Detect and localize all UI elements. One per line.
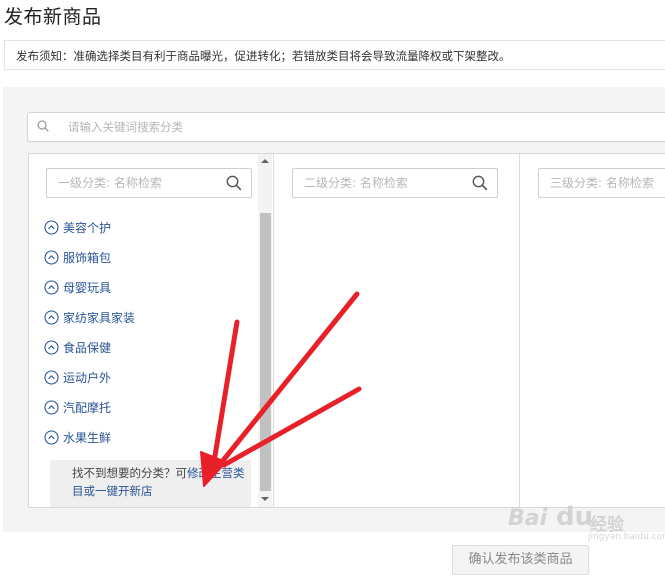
publish-notice: 发布须知：准确选择类目有利于商品曝光，促进转化；若错放类目将会导致流量降权或下架… <box>4 40 665 70</box>
expand-circle-icon <box>44 279 59 295</box>
category-item[interactable]: 母婴玩具 <box>44 272 135 302</box>
category-item[interactable]: 家纺家具家装 <box>44 302 135 332</box>
category-label: 食品保健 <box>63 340 112 355</box>
level1-search-field[interactable]: 一级分类: 名称检索 <box>46 168 252 198</box>
category-label: 汽配摩托 <box>63 400 112 415</box>
search-icon <box>37 120 49 132</box>
level2-search-placeholder: 二级分类: 名称检索 <box>304 176 408 190</box>
level1-search-placeholder: 一级分类: 名称检索 <box>58 176 162 190</box>
scroll-up-arrow-icon[interactable] <box>261 159 269 163</box>
scroll-down-arrow-icon[interactable] <box>261 497 269 501</box>
expand-circle-icon <box>44 309 59 325</box>
expand-circle-icon <box>44 249 59 265</box>
help-box: 找不到想要的分类？可修改主营类目或一键开新店 <box>50 460 251 507</box>
help-text: 找不到想要的分类？可 <box>72 466 187 480</box>
expand-circle-icon <box>44 339 59 355</box>
level2-column: 二级分类: 名称检索 <box>274 154 519 507</box>
level2-search-icon[interactable] <box>472 175 488 191</box>
category-label: 水果生鲜 <box>63 430 112 445</box>
page-title: 发布新商品 <box>4 6 102 28</box>
expand-circle-icon <box>44 219 59 235</box>
category-label: 服饰箱包 <box>63 250 112 265</box>
category-item[interactable]: 服饰箱包 <box>44 242 135 272</box>
level3-search-field[interactable]: 三级分类: 名称检索 <box>538 168 665 198</box>
level3-column: 三级分类: 名称检索 <box>520 154 665 507</box>
expand-circle-icon <box>44 429 59 445</box>
category-label: 母婴玩具 <box>63 280 112 295</box>
category-item[interactable]: 美容个护 <box>44 212 135 242</box>
category-label: 家纺家具家装 <box>63 310 136 325</box>
expand-circle-icon <box>44 369 59 385</box>
watermark-bai: Bai <box>508 506 548 531</box>
scroll-thumb[interactable] <box>260 213 271 491</box>
expand-circle-icon <box>44 399 59 415</box>
level3-search-placeholder: 三级分类: 名称检索 <box>550 176 654 190</box>
category-item[interactable]: 运动户外 <box>44 362 135 392</box>
baidu-watermark-logo: Bai du 经验 jingyan.baidu.com <box>508 500 665 548</box>
search-placeholder: 请输入关键词搜索分类 <box>68 120 183 134</box>
watermark-domain: jingyan.baidu.com <box>588 532 665 542</box>
category-item[interactable]: 食品保健 <box>44 332 135 362</box>
level1-category-list: 美容个护 服饰箱包 母婴玩具 家纺家具家装 食品保健 运动户外 汽配摩托 水果生… <box>44 212 135 452</box>
level1-column: 一级分类: 名称检索 美容个护 服饰箱包 母婴玩具 家纺家具家装 食品保健 运动… <box>29 154 273 507</box>
level1-search-icon[interactable] <box>226 175 242 191</box>
category-label: 运动户外 <box>63 370 112 385</box>
level1-scrollbar[interactable] <box>258 154 272 507</box>
category-columns: 一级分类: 名称检索 美容个护 服饰箱包 母婴玩具 家纺家具家装 食品保健 运动… <box>28 153 665 508</box>
category-item[interactable]: 水果生鲜 <box>44 422 135 452</box>
category-label: 美容个护 <box>63 220 112 235</box>
watermark-paw: du <box>556 502 594 532</box>
category-search-input[interactable]: 请输入关键词搜索分类 <box>27 112 665 142</box>
category-item[interactable]: 汽配摩托 <box>44 392 135 422</box>
level2-search-field[interactable]: 二级分类: 名称检索 <box>292 168 498 198</box>
